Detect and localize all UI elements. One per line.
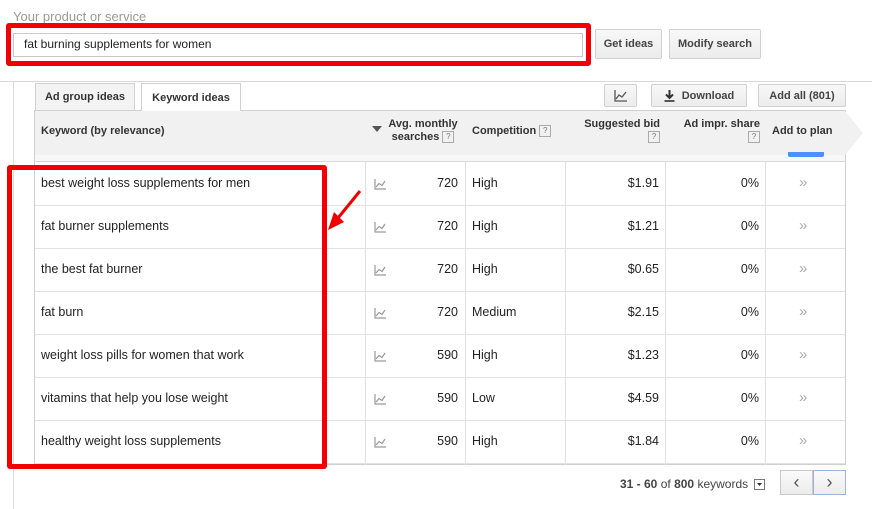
add-to-plan-button[interactable]: » (799, 260, 807, 277)
bid-cell: $4.59 (627, 391, 659, 405)
header-underbar (35, 155, 845, 162)
pagination-total: 800 (674, 477, 695, 491)
help-icon[interactable]: ? (442, 131, 455, 144)
searches-cell: 590 (437, 391, 458, 405)
bid-cell: $1.23 (627, 348, 659, 362)
col-bid-label: Suggested bid (584, 118, 660, 130)
searches-cell: 590 (437, 348, 458, 362)
pagination-summary: 31 - 60 of 800 keywords (620, 477, 766, 491)
col-searches-line2: searches (391, 131, 440, 143)
col-searches-line1: Avg. monthly (388, 118, 458, 130)
red-arrow-annotation (328, 190, 362, 230)
bid-cell: $2.15 (627, 305, 659, 319)
add-to-plan-button[interactable]: » (799, 432, 807, 449)
chart-button[interactable] (604, 84, 637, 107)
get-ideas-button[interactable]: Get ideas (595, 29, 662, 59)
searches-cell: 720 (437, 262, 458, 276)
trend-chart-icon[interactable] (374, 222, 387, 233)
col-keyword-header[interactable]: Keyword (by relevance) (41, 125, 165, 137)
impr-cell: 0% (740, 219, 759, 233)
add-to-plan-button[interactable]: » (799, 303, 807, 320)
searches-cell: 720 (437, 219, 458, 233)
help-icon[interactable]: ? (539, 125, 552, 138)
add-all-button[interactable]: Add all (801) (758, 84, 846, 107)
competition-cell: High (472, 176, 498, 190)
tab-keyword-ideas[interactable]: Keyword ideas (141, 83, 241, 111)
keyword-highlight-annotation (7, 165, 327, 469)
col-competition-label: Competition (472, 125, 537, 137)
impr-cell: 0% (740, 262, 759, 276)
col-impr-header[interactable]: Ad impr. share ? (670, 118, 760, 144)
impr-cell: 0% (740, 348, 759, 362)
impr-cell: 0% (740, 434, 759, 448)
bid-cell: $1.91 (627, 176, 659, 190)
pagination-of: of (660, 477, 671, 491)
competition-cell: High (472, 348, 498, 362)
competition-cell: High (472, 262, 498, 276)
add-to-plan-button[interactable]: » (799, 346, 807, 363)
help-icon[interactable]: ? (648, 131, 660, 144)
header-arrow (845, 111, 863, 155)
service-label: Your product or service (13, 9, 147, 24)
competition-cell: High (472, 434, 498, 448)
searches-cell: 590 (437, 434, 458, 448)
col-bid-header[interactable]: Suggested bid ? (570, 118, 660, 144)
rows-per-page-dropdown-icon[interactable] (754, 479, 766, 491)
tab-ad-group-ideas[interactable]: Ad group ideas (35, 83, 135, 110)
add-plan-accent (788, 152, 824, 157)
impr-cell: 0% (740, 305, 759, 319)
line-chart-icon (613, 89, 627, 102)
add-to-plan-button[interactable]: » (799, 174, 807, 191)
add-to-plan-button[interactable]: » (799, 389, 807, 406)
bid-cell: $1.84 (627, 434, 659, 448)
download-label: Download (681, 89, 735, 102)
col-impr-label: Ad impr. share (683, 118, 760, 130)
pagination-range: 31 - 60 (620, 477, 658, 491)
modify-search-button[interactable]: Modify search (669, 29, 761, 59)
bid-cell: $0.65 (627, 262, 659, 276)
trend-chart-icon[interactable] (374, 179, 387, 190)
trend-chart-icon[interactable] (374, 265, 387, 276)
trend-chart-icon[interactable] (374, 351, 387, 362)
help-icon[interactable]: ? (748, 131, 760, 144)
searches-cell: 720 (437, 305, 458, 319)
prev-page-button[interactable]: ‹ (780, 470, 813, 495)
impr-cell: 0% (740, 391, 759, 405)
panel-divider (0, 81, 872, 82)
add-to-plan-button[interactable]: » (799, 217, 807, 234)
trend-chart-icon[interactable] (374, 308, 387, 319)
next-page-button[interactable]: › (813, 470, 846, 495)
competition-cell: High (472, 219, 498, 233)
col-searches-header[interactable]: Avg. monthly searches ? (383, 118, 463, 144)
trend-chart-icon[interactable] (374, 437, 387, 448)
search-highlight-annotation (6, 23, 591, 66)
download-button[interactable]: Download (651, 84, 747, 107)
pagination-unit: keywords (697, 477, 749, 491)
col-add-header: Add to plan (772, 125, 833, 137)
bid-cell: $1.21 (627, 219, 659, 233)
impr-cell: 0% (740, 176, 759, 190)
sort-desc-icon[interactable] (372, 126, 382, 132)
download-icon (664, 89, 675, 102)
searches-cell: 720 (437, 176, 458, 190)
competition-cell: Low (472, 391, 495, 405)
col-competition-header[interactable]: Competition ? (472, 125, 552, 138)
competition-cell: Medium (472, 305, 517, 319)
trend-chart-icon[interactable] (374, 394, 387, 405)
